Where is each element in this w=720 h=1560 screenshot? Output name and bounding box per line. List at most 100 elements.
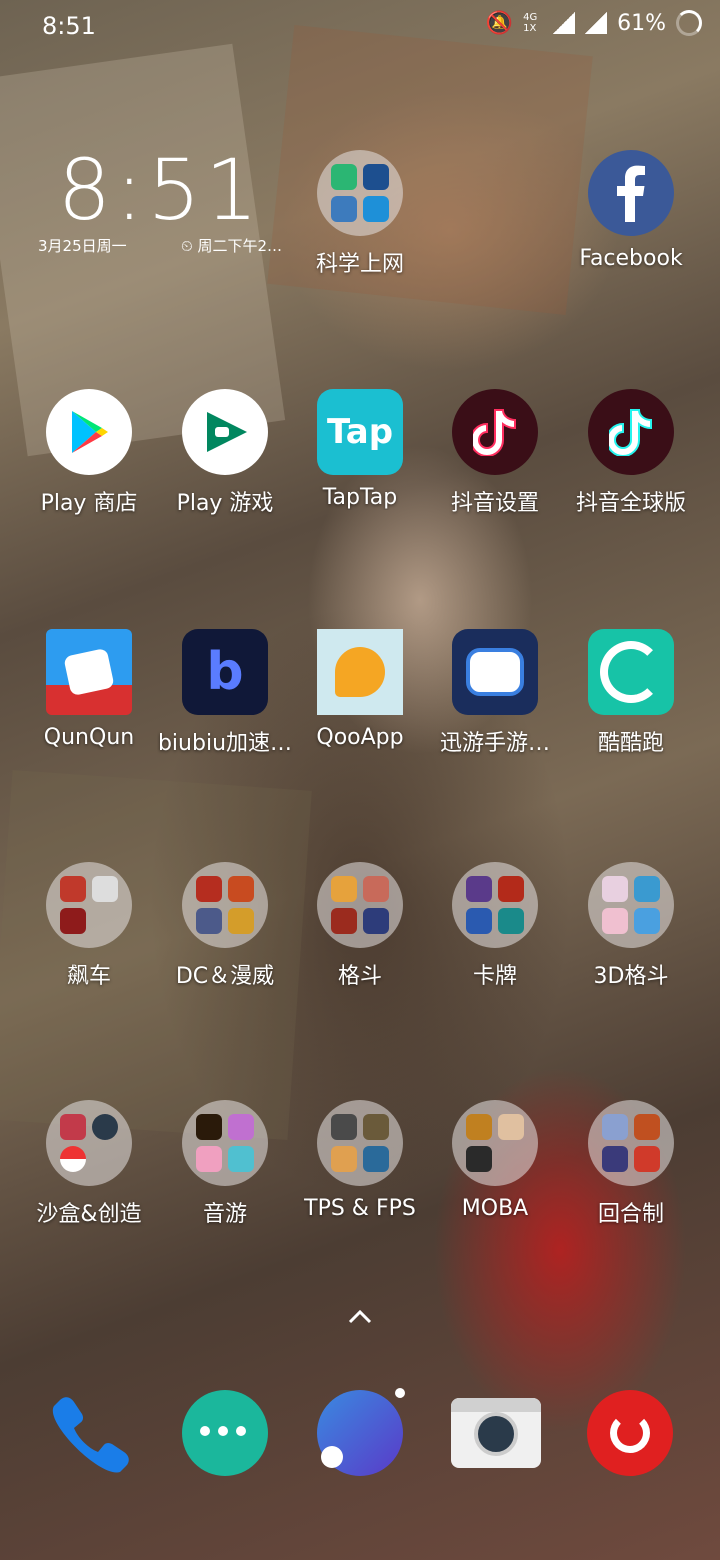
qunqun-icon [46, 629, 132, 715]
battery-icon [676, 10, 702, 36]
mute-icon: 🔕 [485, 10, 514, 36]
app-facebook[interactable]: Facebook [563, 150, 699, 271]
app-thumb [634, 908, 660, 934]
dock-camera[interactable] [451, 1390, 541, 1468]
widget-date: 3月25日周一 [38, 237, 127, 255]
signal-icon [553, 12, 576, 34]
app-thumb [228, 876, 254, 902]
network-label: 4G 1X [523, 12, 538, 34]
folder-racing[interactable]: 飙车 [21, 862, 157, 990]
app-drawer-chevron-up-icon[interactable] [345, 1302, 375, 1332]
folder-icon [46, 862, 132, 948]
status-bar: 8:51 🔕 4G 1X 61% [0, 0, 720, 54]
folder-sandbox[interactable]: 沙盒&创造 [21, 1100, 157, 1228]
folder-kexue[interactable]: 科学上网 [292, 150, 428, 278]
app-thumb [60, 908, 86, 934]
app-thumb [466, 876, 492, 902]
app-thumb [196, 1146, 222, 1172]
app-qooapp[interactable]: QooApp [292, 629, 428, 750]
app-thumb [92, 876, 118, 902]
app-thumb [498, 1114, 524, 1140]
tiktok-icon [452, 389, 538, 475]
app-thumb [331, 164, 357, 190]
app-thumb [228, 1114, 254, 1140]
dock-netease-music[interactable] [587, 1390, 673, 1476]
folder-tps-fps[interactable]: TPS & FPS [292, 1100, 428, 1221]
app-label: 回合制 [597, 1202, 664, 1227]
app-thumb [363, 876, 389, 902]
app-biubiu[interactable]: b biubiu加速… [157, 629, 293, 757]
app-thumb [60, 1146, 86, 1172]
folder-cards[interactable]: 卡牌 [427, 862, 563, 990]
netease-music-icon [587, 1390, 673, 1476]
app-thumb [331, 1114, 357, 1140]
app-label: Play 游戏 [176, 491, 274, 516]
folder-icon [317, 862, 403, 948]
app-qunqun[interactable]: QunQun [21, 629, 157, 750]
app-thumb [634, 876, 660, 902]
folder-fighting[interactable]: 格斗 [292, 862, 428, 990]
folder-icon [452, 1100, 538, 1186]
app-label: biubiu加速… [157, 731, 293, 756]
app-label: TapTap [322, 485, 398, 510]
app-thumb [363, 1146, 389, 1172]
app-thumb [602, 1146, 628, 1172]
app-thumb [60, 876, 86, 902]
app-label: 抖音设置 [450, 491, 539, 516]
folder-moba[interactable]: MOBA [427, 1100, 563, 1221]
app-thumb [196, 908, 222, 934]
app-thumb [196, 876, 222, 902]
folder-icon [588, 862, 674, 948]
xunyou-icon [452, 629, 538, 715]
app-taptap[interactable]: Tap TapTap [292, 389, 428, 510]
signal-icon [585, 12, 608, 34]
app-play-store[interactable]: Play 商店 [21, 389, 157, 517]
app-label: 迅游手游… [439, 731, 550, 756]
app-xunyou[interactable]: 迅游手游… [427, 629, 563, 757]
folder-3d-fighting[interactable]: 3D格斗 [563, 862, 699, 990]
app-thumb [331, 908, 357, 934]
clock-widget[interactable]: 8:51 3月25日周一 ⏲ 周二下午2… [30, 145, 290, 256]
app-label: 酷酷跑 [597, 731, 664, 756]
folder-music-games[interactable]: 音游 [157, 1100, 293, 1228]
app-thumb [602, 1114, 628, 1140]
tiktok-icon [588, 389, 674, 475]
app-thumb [498, 876, 524, 902]
app-thumb [466, 1114, 492, 1140]
folder-icon [317, 1100, 403, 1186]
dock-messages[interactable] [182, 1390, 268, 1476]
app-label: 抖音全球版 [575, 491, 686, 516]
app-label: QunQun [43, 725, 135, 750]
app-kukupao[interactable]: 酷酷跑 [563, 629, 699, 757]
phone-icon [52, 1397, 129, 1473]
dock-launcher[interactable] [317, 1388, 405, 1476]
app-thumb [363, 164, 389, 190]
app-thumb [466, 908, 492, 934]
app-label: MOBA [461, 1196, 529, 1221]
app-thumb [602, 876, 628, 902]
app-play-games[interactable]: Play 游戏 [157, 389, 293, 517]
folder-turn-based[interactable]: 回合制 [563, 1100, 699, 1228]
play-store-icon [46, 389, 132, 475]
app-thumb [331, 876, 357, 902]
folder-icon [182, 862, 268, 948]
app-thumb [634, 1146, 660, 1172]
app-thumb [196, 1114, 222, 1140]
dock-phone[interactable] [46, 1390, 132, 1480]
facebook-icon [588, 150, 674, 236]
folder-dc-marvel[interactable]: DC＆漫威 [157, 862, 293, 990]
app-thumb [92, 1114, 118, 1140]
app-label: Play 商店 [40, 491, 138, 516]
app-douyin-settings[interactable]: 抖音设置 [427, 389, 563, 517]
app-label: Facebook [579, 246, 683, 271]
app-label: 沙盒&创造 [36, 1202, 142, 1227]
app-thumb [498, 908, 524, 934]
app-tiktok-global[interactable]: 抖音全球版 [563, 389, 699, 517]
app-label: QooApp [316, 725, 404, 750]
app-label: 音游 [202, 1202, 247, 1227]
app-thumb [602, 908, 628, 934]
camera-icon [451, 1398, 541, 1468]
messages-icon [182, 1390, 268, 1476]
biubiu-icon: b [182, 629, 268, 715]
folder-icon [317, 150, 403, 236]
